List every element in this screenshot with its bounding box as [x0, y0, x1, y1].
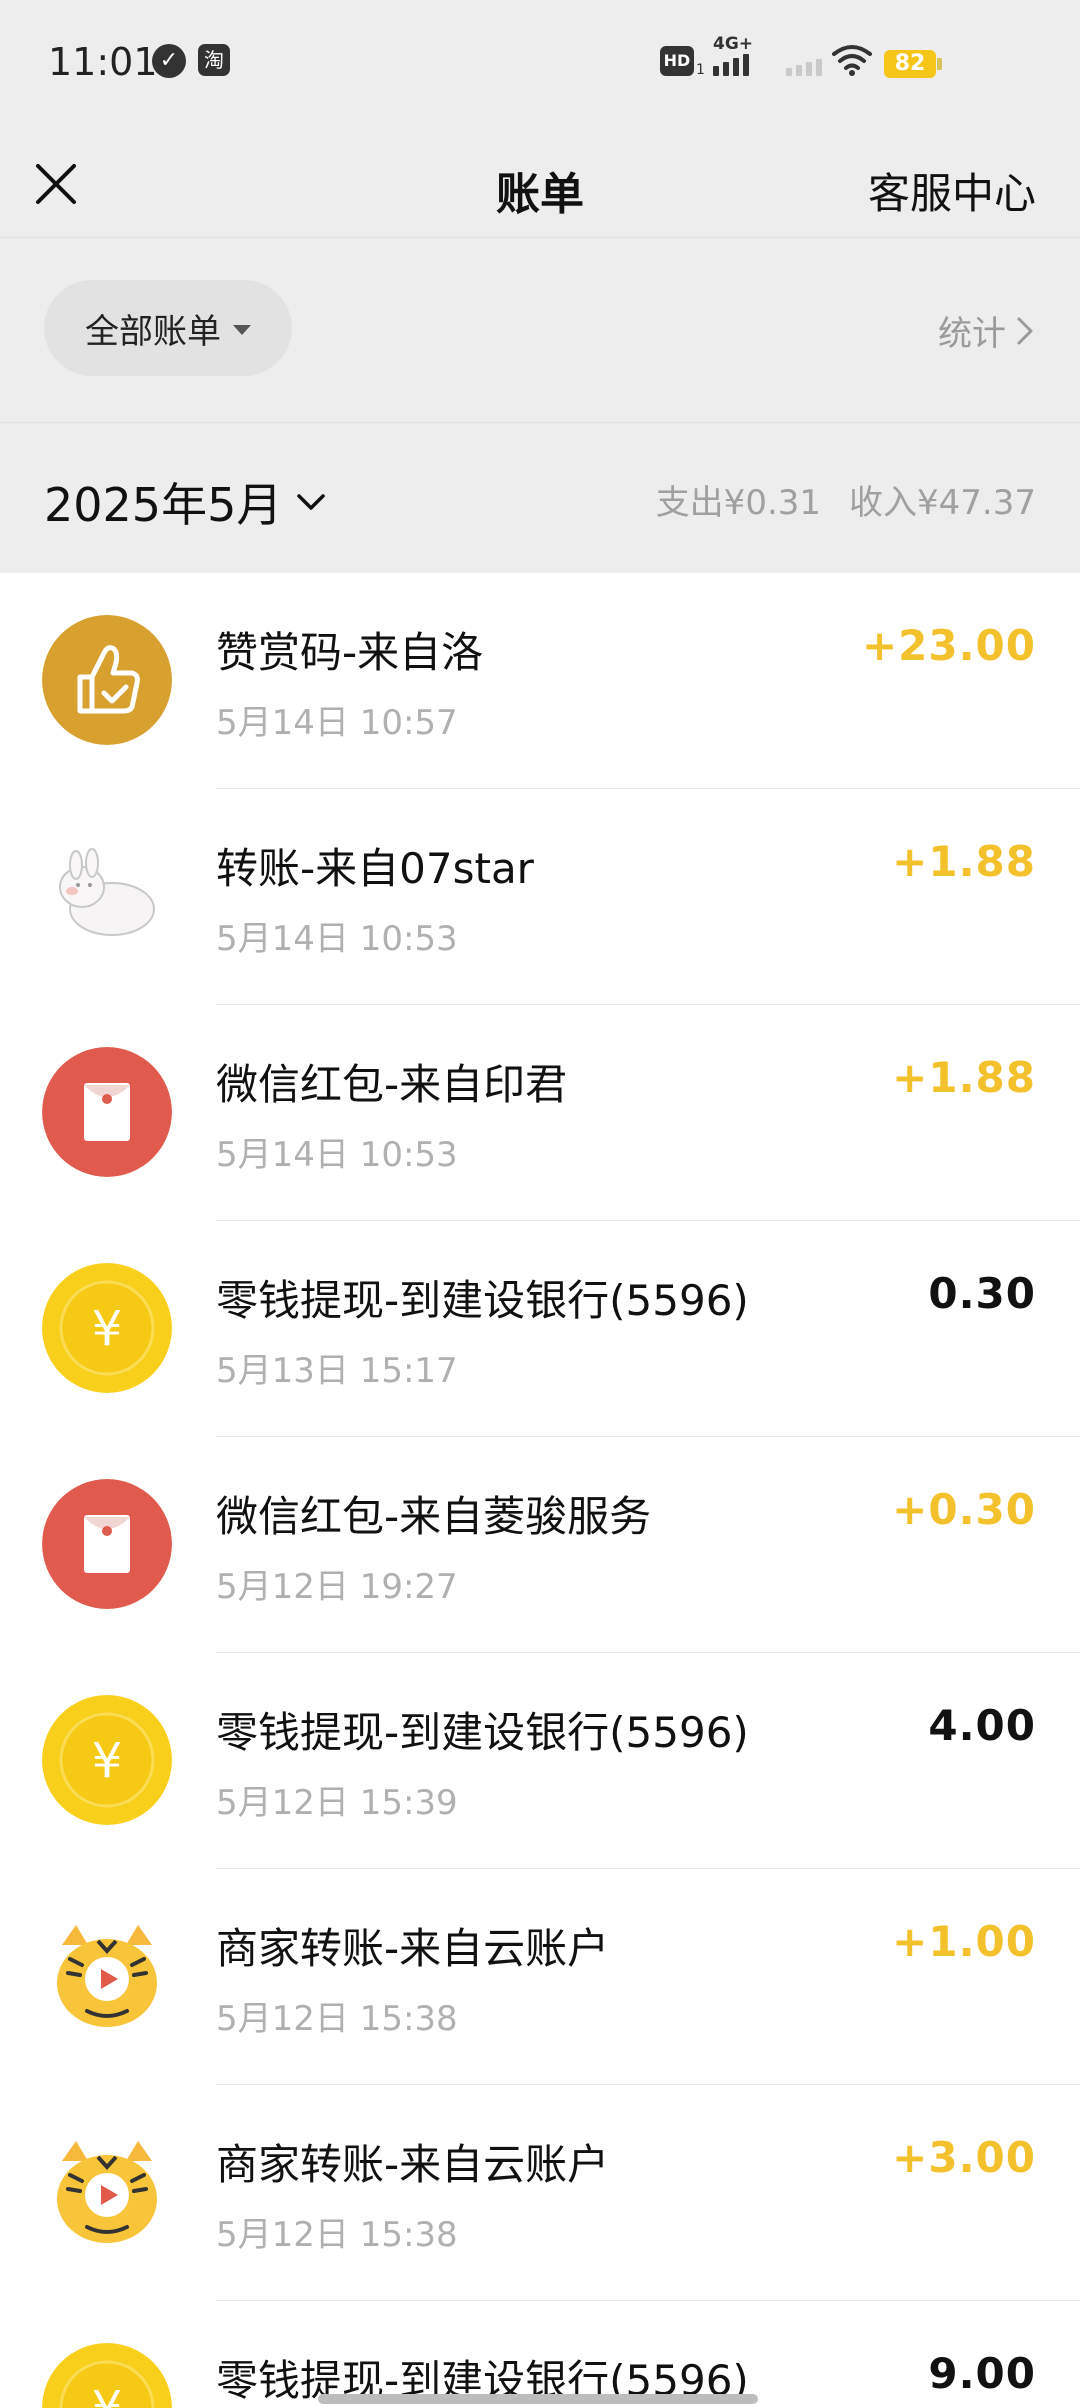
taobao-notification-icon: 淘	[198, 44, 230, 76]
svg-text:¥: ¥	[92, 1301, 123, 1357]
battery-tip	[937, 58, 942, 70]
hd-sub-label: 1	[696, 62, 705, 78]
transaction-title: 转账-来自07star	[216, 844, 534, 893]
transaction-row[interactable]: 微信红包-来自印君 5月14日 10:53 +1.88	[0, 1005, 1080, 1221]
transaction-amount: +1.88	[892, 1053, 1036, 1102]
transaction-title: 赞赏码-来自洛	[216, 628, 484, 677]
transaction-row[interactable]: 微信红包-来自菱骏服务 5月12日 19:27 +0.30	[0, 1437, 1080, 1653]
verified-check-icon: ✓	[152, 44, 186, 78]
tiger-avatar	[42, 1911, 172, 2041]
cellular-signal-icon	[713, 54, 749, 76]
transaction-title: 零钱提现-到建设银行(5596)	[216, 1276, 749, 1325]
transaction-title: 微信红包-来自印君	[216, 1060, 568, 1109]
status-bar: 11:01 ✓ 淘 HD 1 4G+ 82	[0, 0, 1080, 130]
transaction-row[interactable]: 商家转账-来自云账户 5月12日 15:38 +1.00	[0, 1869, 1080, 2085]
transaction-row[interactable]: ¥ 零钱提现-到建设银行(5596) 5月12日 15:39 4.00	[0, 1653, 1080, 1869]
battery-icon: 82	[884, 50, 936, 78]
bill-type-filter[interactable]: 全部账单	[44, 280, 292, 376]
yuan-coin-icon: ¥	[42, 1695, 172, 1825]
transaction-amount: +0.30	[892, 1485, 1036, 1534]
month-selector[interactable]: 2025年5月	[44, 469, 326, 535]
red-packet-icon	[42, 1047, 172, 1177]
month-label: 2025年5月	[44, 478, 283, 532]
home-indicator[interactable]	[318, 2394, 758, 2404]
filter-bar: 全部账单 统计	[0, 238, 1080, 423]
yuan-coin-icon: ¥	[42, 1263, 172, 1393]
chevron-down-icon	[297, 494, 326, 510]
rabbit-avatar	[42, 831, 172, 961]
transaction-time: 5月12日 19:27	[216, 1567, 458, 1607]
tiger-avatar	[42, 2127, 172, 2257]
transaction-amount: 0.30	[928, 1269, 1036, 1318]
red-packet-icon	[42, 1479, 172, 1609]
transaction-row[interactable]: ¥ 零钱提现-到建设银行(5596) 5月13日 15:17 0.30	[0, 1221, 1080, 1437]
transaction-amount: +23.00	[861, 621, 1036, 670]
customer-service-link[interactable]: 客服中心	[868, 160, 1036, 221]
statistics-label: 统计	[938, 314, 1006, 354]
svg-text:¥: ¥	[92, 2381, 123, 2408]
statistics-link[interactable]: 统计	[938, 306, 1034, 355]
transaction-time: 5月12日 15:38	[216, 2215, 458, 2255]
transaction-amount: +3.00	[892, 2133, 1036, 2182]
transaction-amount: +1.00	[892, 1917, 1036, 1966]
transaction-title: 商家转账-来自云账户	[216, 2140, 610, 2189]
transaction-title: 微信红包-来自菱骏服务	[216, 1492, 652, 1541]
wifi-icon	[832, 45, 872, 76]
transaction-row[interactable]: 商家转账-来自云账户 5月12日 15:38 +3.00	[0, 2085, 1080, 2301]
nav-bar: 账单 客服中心	[0, 130, 1080, 238]
transaction-row[interactable]: 赞赏码-来自洛 5月14日 10:57 +23.00	[0, 573, 1080, 789]
transaction-title: 零钱提现-到建设银行(5596)	[216, 1708, 749, 1757]
secondary-signal-icon	[786, 59, 822, 76]
transaction-time: 5月14日 10:57	[216, 703, 458, 743]
network-type-label: 4G+	[713, 34, 754, 54]
transaction-amount: +1.88	[892, 837, 1036, 886]
transaction-time: 5月13日 15:17	[216, 1351, 458, 1391]
income-total: 收入¥47.37	[849, 483, 1036, 523]
month-header: 2025年5月 支出¥0.31 收入¥47.37	[0, 423, 1080, 573]
transaction-list: 赞赏码-来自洛 5月14日 10:57 +23.00 转账-来自07star 5…	[0, 573, 1080, 2408]
svg-text:¥: ¥	[92, 1733, 123, 1789]
hd-voice-icon: HD	[660, 46, 694, 76]
transaction-time: 5月12日 15:38	[216, 1999, 458, 2039]
transaction-row[interactable]: 转账-来自07star 5月14日 10:53 +1.88	[0, 789, 1080, 1005]
transaction-amount: 4.00	[928, 1701, 1036, 1750]
month-summary: 支出¥0.31 收入¥47.37	[656, 475, 1036, 524]
transaction-title: 商家转账-来自云账户	[216, 1924, 610, 1973]
thumbs-up-icon	[42, 615, 172, 745]
bill-screen: 11:01 ✓ 淘 HD 1 4G+ 82 账单 客服中心 全部账单 统计 20…	[0, 0, 1080, 2408]
transaction-time: 5月12日 15:39	[216, 1783, 458, 1823]
bill-type-filter-label: 全部账单	[85, 311, 221, 352]
transaction-time: 5月14日 10:53	[216, 1135, 458, 1175]
yuan-coin-icon: ¥	[42, 2343, 172, 2408]
transaction-time: 5月14日 10:53	[216, 919, 458, 959]
transaction-row[interactable]: ¥ 零钱提现-到建设银行(5596) 9.00	[0, 2301, 1080, 2408]
expense-total: 支出¥0.31	[655, 483, 822, 523]
caret-down-icon	[233, 325, 251, 335]
status-time: 11:01	[48, 40, 158, 84]
transaction-amount: 9.00	[928, 2349, 1036, 2398]
chevron-right-icon	[1017, 317, 1033, 344]
